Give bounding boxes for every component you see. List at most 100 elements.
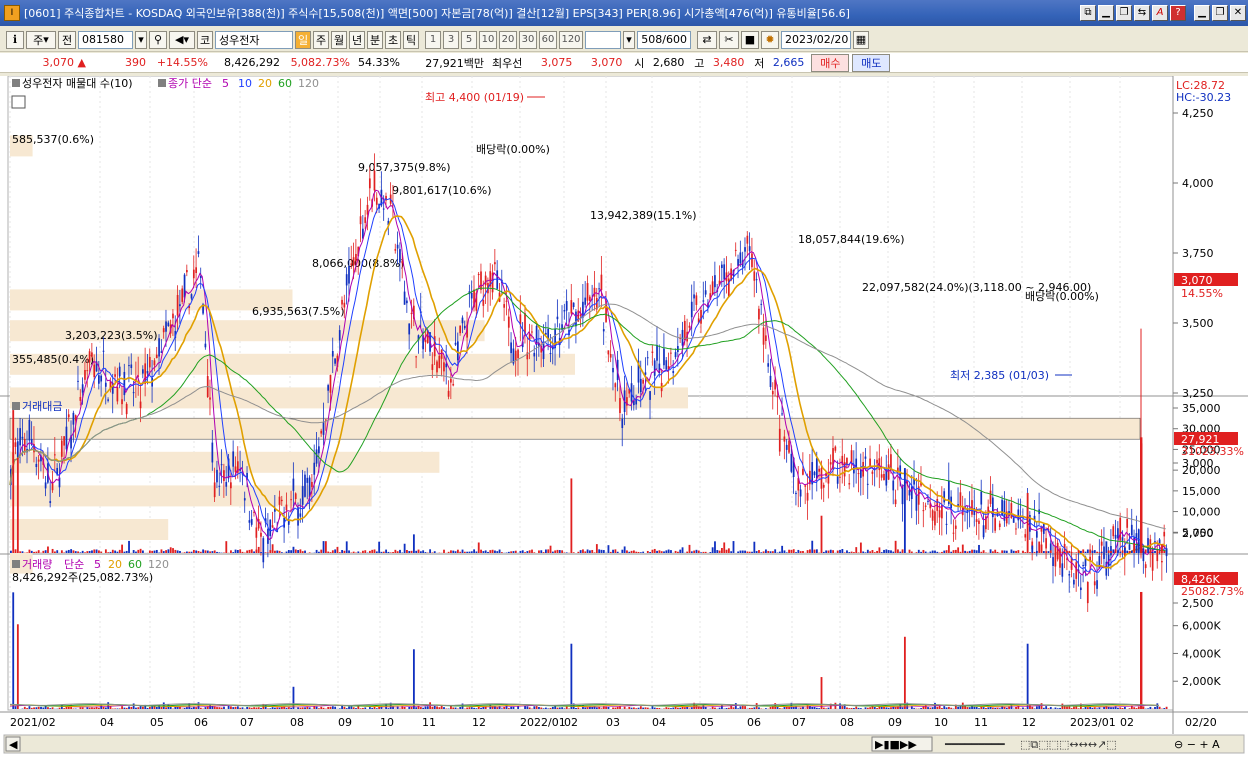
interval-120[interactable]: 120 xyxy=(559,30,583,49)
panel-handle-icon[interactable] xyxy=(12,79,20,87)
stock-code-input[interactable]: 081580 xyxy=(78,30,133,49)
speaker-icon[interactable]: ◀▾ xyxy=(169,30,195,49)
grid-table-icon[interactable] xyxy=(11,95,26,109)
amount-bar xyxy=(878,547,881,553)
amount-bar xyxy=(44,550,47,553)
link-window-icon[interactable]: ⧉ xyxy=(1080,5,1096,21)
stock-name-field[interactable]: 성우전자 xyxy=(215,30,293,49)
candle xyxy=(815,458,818,479)
amount-bar xyxy=(623,546,626,553)
low-price: 2,665 xyxy=(772,56,805,69)
interval-60[interactable]: 60 xyxy=(539,30,557,49)
panel-handle-icon[interactable] xyxy=(12,402,20,410)
maximize-button[interactable]: ❐ xyxy=(1212,5,1228,21)
zoom-slider[interactable]: ━━━━━━━━━ xyxy=(944,738,1005,751)
period-minute[interactable]: 분 xyxy=(367,30,383,49)
price-tick-label: 3,250 xyxy=(1182,387,1214,400)
panel-handle-icon[interactable] xyxy=(12,560,20,568)
help-icon[interactable]: ? xyxy=(1170,5,1186,21)
period-week[interactable]: 주 xyxy=(313,30,329,49)
drawing-tools-icons[interactable]: ⬚⧉⬚⬚⬚↔↔↔↗⬚ xyxy=(1020,738,1117,751)
sell-button[interactable]: 매도 xyxy=(852,53,891,72)
volume-bar xyxy=(42,707,45,709)
calendar-icon[interactable]: ▦ xyxy=(853,30,869,49)
search-icon[interactable]: ⚲ xyxy=(149,30,167,49)
stock-name-value: 성우전자 xyxy=(219,33,260,47)
candle xyxy=(142,369,144,374)
zoom-controls-icon[interactable]: ⊖ − + A xyxy=(1174,738,1220,751)
period-tick[interactable]: 틱 xyxy=(403,30,419,49)
candle xyxy=(982,525,985,538)
settings-icon[interactable]: ✹ xyxy=(761,30,779,49)
amount-bar xyxy=(142,550,144,553)
amount-bar xyxy=(526,551,529,553)
restore-panel-icon[interactable]: ❐ xyxy=(1116,5,1132,21)
amount-bar xyxy=(172,548,174,553)
candle xyxy=(579,314,582,316)
buy-button[interactable]: 매수 xyxy=(811,53,850,72)
candle xyxy=(225,481,228,487)
candle xyxy=(517,349,519,359)
prev-button[interactable]: 전 xyxy=(58,30,76,49)
amount-bar xyxy=(626,550,628,553)
period-day[interactable]: 일 xyxy=(295,30,311,49)
amount-bar xyxy=(399,549,401,553)
period-second[interactable]: 초 xyxy=(385,30,401,49)
count-input[interactable]: 508/600 xyxy=(637,30,691,49)
x-axis-label: 10 xyxy=(380,716,394,729)
candle xyxy=(776,395,779,398)
candle xyxy=(181,288,184,302)
minimize-panel-icon[interactable]: ▁ xyxy=(1098,5,1114,21)
amount-bar xyxy=(482,551,485,553)
panel-handle-icon[interactable] xyxy=(158,79,166,87)
amount-bar xyxy=(475,551,478,553)
info-icon[interactable]: ℹ xyxy=(6,30,24,49)
candle xyxy=(656,344,658,361)
candle xyxy=(278,496,281,505)
amount-bar xyxy=(924,551,927,553)
volume-profile-label: 13,942,389(15.1%) xyxy=(590,209,697,222)
amount-bar xyxy=(1086,549,1089,553)
volume-bar xyxy=(88,707,91,709)
amount-bar xyxy=(498,549,501,553)
candle xyxy=(1130,524,1133,536)
volume-bar xyxy=(595,707,598,709)
interval-20[interactable]: 20 xyxy=(499,30,517,49)
dropdown-icon[interactable]: ▾ xyxy=(623,30,635,49)
minimize-button[interactable]: ▁ xyxy=(1194,5,1210,21)
interval-10[interactable]: 10 xyxy=(479,30,497,49)
interval-3[interactable]: 3 xyxy=(443,30,459,49)
period-type-select[interactable]: 주 ▾ xyxy=(26,30,56,49)
candle xyxy=(72,412,75,425)
save-icon[interactable]: ■ xyxy=(741,30,759,49)
date-input[interactable]: 2023/02/20 xyxy=(781,30,851,49)
volume-bar xyxy=(771,706,774,709)
candle xyxy=(748,246,751,251)
interval-1[interactable]: 1 xyxy=(425,30,441,49)
chart-canvas[interactable]: 585,537(0.6%) 9,057,375(9.8%) 9,801,617(10… xyxy=(0,76,1248,757)
volume-bar xyxy=(825,708,828,709)
swap-window-icon[interactable]: ⇆ xyxy=(1134,5,1150,21)
interval-30[interactable]: 30 xyxy=(519,30,537,49)
dropdown-icon[interactable]: ▾ xyxy=(135,30,147,49)
amount-bar xyxy=(602,550,605,553)
period-year[interactable]: 년 xyxy=(349,30,365,49)
volume-bar xyxy=(1022,707,1024,709)
amount-bar xyxy=(209,551,211,553)
amount-bar xyxy=(1035,550,1038,553)
close-button[interactable]: ✕ xyxy=(1230,5,1246,21)
candle xyxy=(399,249,401,263)
chart-area[interactable]: 585,537(0.6%) 9,057,375(9.8%) 9,801,617(10… xyxy=(0,76,1248,757)
volume-bar xyxy=(257,707,260,709)
font-icon[interactable]: A xyxy=(1152,5,1168,21)
period-month[interactable]: 월 xyxy=(331,30,347,49)
arrows-icon[interactable]: ⇄ xyxy=(697,30,717,49)
interval-5[interactable]: 5 xyxy=(461,30,477,49)
custom-interval-input[interactable] xyxy=(585,30,621,49)
tools-icon[interactable]: ✂ xyxy=(719,30,739,49)
candle xyxy=(524,313,526,334)
amount-bar xyxy=(723,542,726,553)
ma120-legend: 120 xyxy=(298,77,319,90)
amount-bar xyxy=(519,550,522,553)
amount-bar xyxy=(484,550,487,553)
